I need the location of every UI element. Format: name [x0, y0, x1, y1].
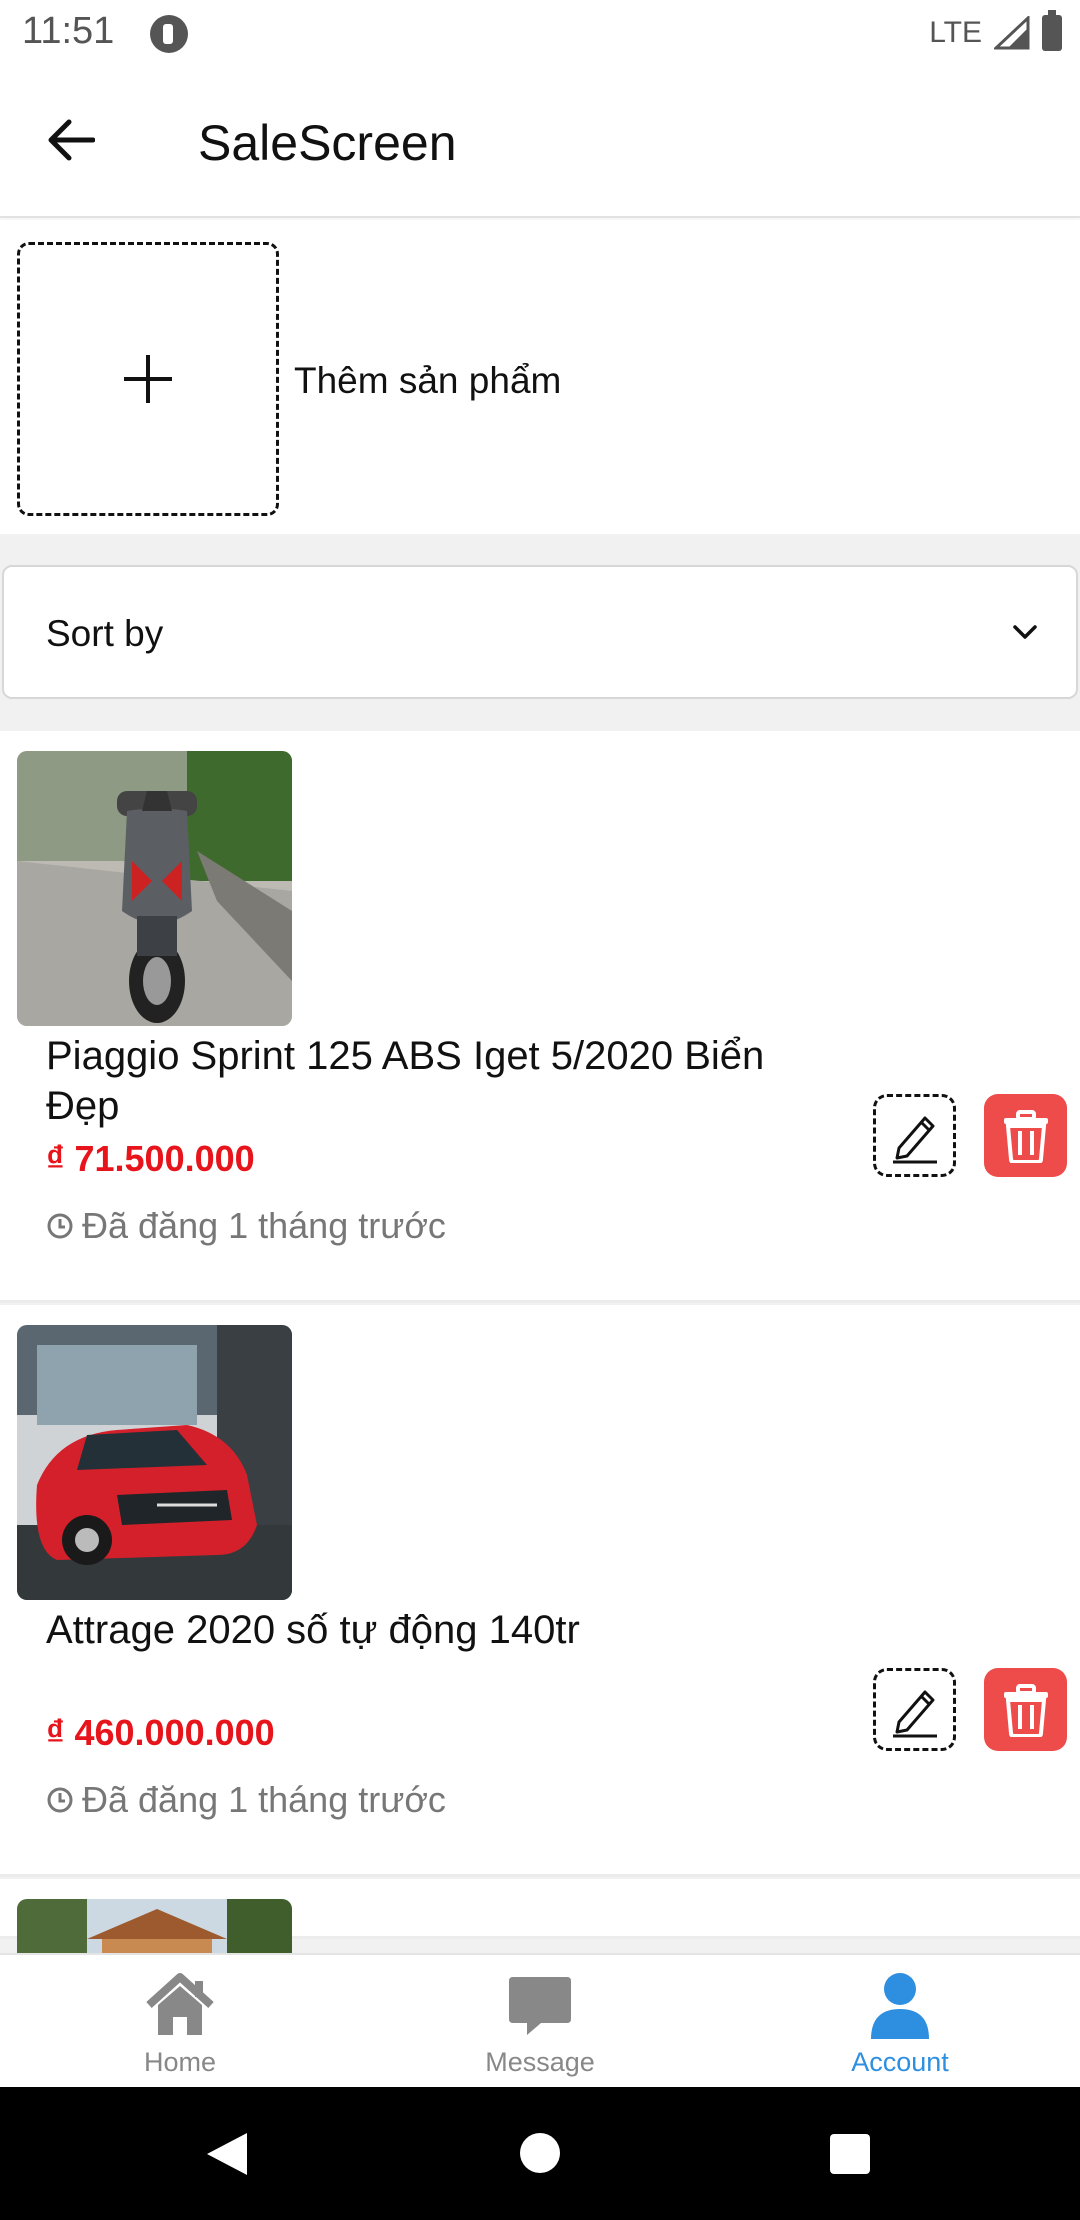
product-title[interactable]: Attrage 2020 số tự động 140tr — [46, 1605, 826, 1655]
scroll-content[interactable]: Thêm sản phẩm Sort by Piaggio Sprint 125… — [0, 220, 1080, 1953]
nav-label-account: Account — [851, 2047, 949, 2077]
nav-item-home[interactable]: Home — [0, 1955, 360, 2087]
system-back-icon[interactable] — [205, 2131, 249, 2177]
home-icon — [146, 1973, 214, 2035]
product-image[interactable] — [17, 1899, 292, 1953]
chevron-down-icon — [1013, 625, 1037, 639]
posted-time: Đã đăng 1 tháng trước — [46, 1779, 446, 1821]
status-time: 11:51 — [22, 10, 115, 52]
edit-button[interactable] — [873, 1094, 956, 1177]
add-product-label[interactable]: Thêm sản phẩm — [294, 360, 561, 402]
nav-label-home: Home — [143, 2047, 217, 2077]
arrow-left-icon — [48, 119, 95, 161]
bottom-nav: Home Message Account — [0, 1953, 1080, 2087]
product-card[interactable]: Attrage 2020 số tự động 140tr ₫ 460.000.… — [0, 1305, 1080, 1877]
status-bar: 11:51 LTE — [0, 0, 1080, 66]
add-product-section: Thêm sản phẩm — [0, 220, 1080, 534]
system-home-icon[interactable] — [520, 2133, 560, 2173]
product-card[interactable]: Piaggio Sprint 125 ABS Iget 5/2020 Biển … — [0, 731, 1080, 1303]
sort-label: Sort by — [46, 613, 164, 654]
posted-time: Đã đăng 1 tháng trước — [46, 1205, 446, 1247]
product-list: Piaggio Sprint 125 ABS Iget 5/2020 Biển … — [0, 731, 1080, 1953]
trash-icon — [1003, 1109, 1048, 1163]
plus-icon — [124, 355, 172, 403]
app-notification-icon — [150, 15, 188, 53]
status-indicators: LTE — [929, 10, 1062, 54]
posted-time-label: Đã đăng 1 tháng trước — [82, 1779, 446, 1820]
add-product-button[interactable] — [17, 242, 279, 516]
product-image[interactable] — [17, 751, 292, 1026]
system-navigation-bar — [0, 2087, 1080, 2220]
posted-time-label: Đã đăng 1 tháng trước — [82, 1205, 446, 1246]
account-icon — [871, 1973, 929, 2039]
back-button[interactable] — [36, 110, 106, 170]
pencil-icon — [892, 1116, 937, 1163]
nav-item-account[interactable]: Account — [720, 1955, 1080, 2087]
product-card[interactable] — [0, 1879, 1080, 1953]
signal-icon — [994, 16, 1030, 50]
nav-label-message: Message — [485, 2047, 595, 2077]
product-price: ₫ 71.500.000 — [46, 1138, 255, 1179]
delete-button[interactable] — [984, 1668, 1067, 1751]
battery-icon — [1042, 10, 1062, 51]
system-recents-icon[interactable] — [830, 2134, 870, 2174]
product-price: ₫ 460.000.000 — [46, 1712, 275, 1753]
edit-button[interactable] — [873, 1668, 956, 1751]
product-image[interactable] — [17, 1325, 292, 1600]
nav-item-message[interactable]: Message — [360, 1955, 720, 2087]
product-title[interactable]: Piaggio Sprint 125 ABS Iget 5/2020 Biển … — [46, 1031, 826, 1131]
message-icon — [509, 1977, 571, 2035]
trash-icon — [1003, 1683, 1048, 1737]
sort-dropdown[interactable]: Sort by — [2, 565, 1078, 699]
network-type: LTE — [929, 16, 982, 49]
page-title: SaleScreen — [198, 115, 457, 171]
delete-button[interactable] — [984, 1094, 1067, 1177]
clock-icon — [47, 1213, 73, 1239]
pencil-icon — [892, 1690, 937, 1737]
app-header: SaleScreen — [0, 66, 1080, 218]
clock-icon — [47, 1787, 73, 1813]
